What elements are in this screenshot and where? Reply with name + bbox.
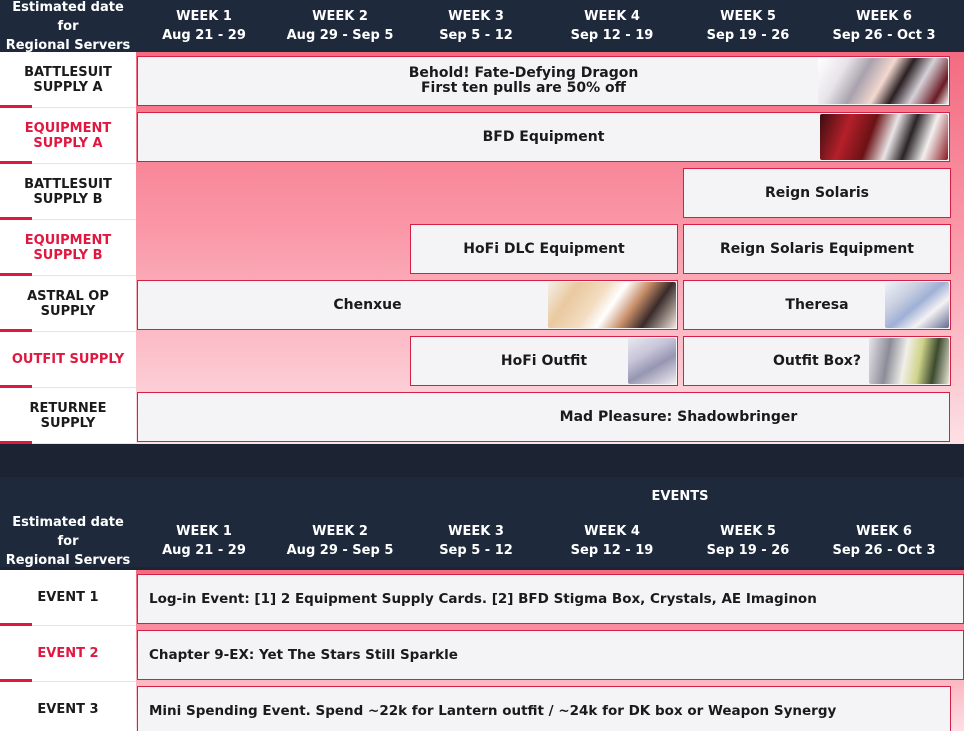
row-label-equipment-supply-b: EQUIPMENT SUPPLY B <box>0 220 136 276</box>
events-title-bar: EVENTS <box>0 477 964 515</box>
header-label: Estimated date for Regional Servers <box>5 514 131 568</box>
character-art-chenxue-icon <box>548 282 676 328</box>
events-schedule-panel: EVENT 1 EVENT 2 EVENT 3 Log-in Event: [1… <box>0 570 964 731</box>
week-1-header: WEEK 1 Aug 21 - 29 <box>162 524 246 558</box>
character-art-bfd-icon <box>818 58 948 104</box>
events-header: Estimated date for Regional Servers WEEK… <box>0 514 964 568</box>
week-6-header: WEEK 6 Sep 26 - Oct 3 <box>832 524 936 558</box>
banner-outfit-box[interactable]: Outfit Box? <box>683 336 951 386</box>
event-2-bar[interactable]: Chapter 9-EX: Yet The Stars Still Sparkl… <box>137 630 964 680</box>
outfit-art-hofi-icon <box>628 338 676 384</box>
banner-mad-pleasure-shadowbringer[interactable]: Mad Pleasure: Shadowbringer <box>137 392 950 442</box>
row-label-outfit-supply: OUTFIT SUPPLY <box>0 332 136 388</box>
week-2-header: WEEK 2 Aug 29 - Sep 5 <box>286 9 394 43</box>
row-label-event-2: EVENT 2 <box>0 626 136 682</box>
banner-chenxue[interactable]: Chenxue <box>137 280 678 330</box>
week-4-header: WEEK 4 Sep 12 - 19 <box>570 524 654 558</box>
supply-header: Estimated date for Regional Servers WEEK… <box>0 0 964 53</box>
week-5-header: WEEK 5 Sep 19 - 26 <box>706 524 790 558</box>
week-4-header: WEEK 4 Sep 12 - 19 <box>570 9 654 43</box>
banner-hofi-dlc-equipment[interactable]: HoFi DLC Equipment <box>410 224 678 274</box>
row-label-battlesuit-supply-b: BATTLESUIT SUPPLY B <box>0 164 136 220</box>
outfit-art-box-icon <box>869 338 949 384</box>
banner-hofi-outfit[interactable]: HoFi Outfit <box>410 336 678 386</box>
supply-schedule-panel: BATTLESUIT SUPPLY A EQUIPMENT SUPPLY A BAT… <box>0 52 964 444</box>
row-label-astral-op-supply: ASTRAL OP SUPPLY <box>0 276 136 332</box>
event-3-bar[interactable]: Mini Spending Event. Spend ~22k for Lant… <box>137 686 951 731</box>
row-label-equipment-supply-a: EQUIPMENT SUPPLY A <box>0 108 136 164</box>
character-art-theresa-icon <box>885 282 949 328</box>
banner-theresa[interactable]: Theresa <box>683 280 951 330</box>
week-5-header: WEEK 5 Sep 19 - 26 <box>706 9 790 43</box>
header-label: Estimated date for Regional Servers <box>5 0 131 53</box>
banner-bfd-equipment[interactable]: BFD Equipment <box>137 112 950 162</box>
event-1-bar[interactable]: Log-in Event: [1] 2 Equipment Supply Car… <box>137 574 964 624</box>
banner-reign-solaris[interactable]: Reign Solaris <box>683 168 951 218</box>
equipment-art-bfd-icon <box>820 114 948 160</box>
week-3-header: WEEK 3 Sep 5 - 12 <box>439 524 513 558</box>
events-title: EVENTS <box>651 488 709 504</box>
row-label-event-3: EVENT 3 <box>0 682 136 731</box>
row-label-battlesuit-supply-a: BATTLESUIT SUPPLY A <box>0 52 136 108</box>
week-3-header: WEEK 3 Sep 5 - 12 <box>439 9 513 43</box>
week-2-header: WEEK 2 Aug 29 - Sep 5 <box>286 524 394 558</box>
banner-reign-solaris-equipment[interactable]: Reign Solaris Equipment <box>683 224 951 274</box>
week-1-header: WEEK 1 Aug 21 - 29 <box>162 9 246 43</box>
row-label-event-1: EVENT 1 <box>0 570 136 626</box>
week-6-header: WEEK 6 Sep 26 - Oct 3 <box>832 9 936 43</box>
row-label-returnee-supply: RETURNEE SUPPLY <box>0 388 136 444</box>
banner-behold-fate-defying-dragon[interactable]: Behold! Fate-Defying Dragon First ten pul… <box>137 56 950 106</box>
